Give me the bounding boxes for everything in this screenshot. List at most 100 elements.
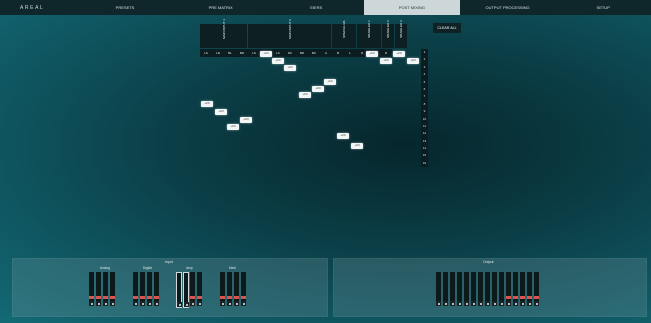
tab-output-processing[interactable]: OUTPUT PROCESSING bbox=[460, 0, 556, 15]
tab-post-mixing[interactable]: POST MIXING bbox=[364, 0, 460, 15]
channel-fader[interactable] bbox=[506, 272, 511, 306]
channel-fader[interactable] bbox=[154, 272, 159, 306]
mute-icon[interactable] bbox=[450, 301, 455, 306]
channel-fader[interactable] bbox=[471, 272, 476, 306]
matrix-cell-gain[interactable]: +0.0 bbox=[299, 92, 311, 98]
channel-fader[interactable] bbox=[464, 272, 469, 306]
mute-icon[interactable] bbox=[227, 301, 232, 306]
matrix-cell-gain[interactable]: +0.0 bbox=[312, 86, 324, 92]
channel-fader[interactable] bbox=[534, 272, 539, 306]
matrix-cell-gain[interactable]: +0.0 bbox=[260, 51, 272, 57]
matrix-channel-label: BR bbox=[239, 51, 245, 55]
tab-eiers[interactable]: EIERS bbox=[268, 0, 364, 15]
channel-fader[interactable] bbox=[197, 272, 202, 306]
channel-fader[interactable] bbox=[485, 272, 490, 306]
mute-icon[interactable] bbox=[133, 301, 138, 306]
matrix-cell-gain[interactable]: +0.0 bbox=[407, 58, 419, 64]
mute-icon[interactable] bbox=[527, 301, 532, 306]
matrix-cell-gain[interactable]: +0.0 bbox=[284, 65, 296, 71]
clip-indicator bbox=[197, 296, 202, 299]
matrix-row-label: 8 bbox=[421, 100, 428, 109]
matrix-row-label: 11 bbox=[421, 122, 428, 131]
matrix-cell-gain[interactable]: +0.0 bbox=[337, 133, 349, 139]
mute-icon[interactable] bbox=[154, 301, 159, 306]
tab-pre-matrix[interactable]: PRE MATRIX bbox=[173, 0, 269, 15]
mute-icon[interactable] bbox=[197, 301, 202, 306]
channel-fader[interactable] bbox=[103, 272, 108, 306]
mute-icon[interactable] bbox=[241, 301, 246, 306]
mute-icon[interactable] bbox=[234, 301, 239, 306]
channel-fader[interactable] bbox=[110, 272, 115, 306]
channel-fader[interactable] bbox=[499, 272, 504, 306]
matrix-group-headers: MAIN INPUT 1 MAIN INPUT 2 SPECIAL R/L SN… bbox=[200, 19, 408, 48]
matrix-cell-gain[interactable]: +0.0 bbox=[393, 51, 405, 57]
channel-fader[interactable] bbox=[190, 272, 195, 306]
mute-icon[interactable] bbox=[110, 301, 115, 306]
mute-icon[interactable] bbox=[140, 301, 145, 306]
matrix-row-label: 6 bbox=[421, 85, 428, 94]
mute-icon[interactable] bbox=[457, 301, 462, 306]
channel-fader[interactable] bbox=[220, 272, 225, 306]
channel-fader[interactable] bbox=[443, 272, 448, 306]
group-main-input-1: MAIN INPUT 1 bbox=[200, 19, 247, 48]
channel-fader[interactable] bbox=[492, 272, 497, 306]
channel-fader[interactable] bbox=[478, 272, 483, 306]
mute-icon[interactable] bbox=[471, 301, 476, 306]
matrix-channel-label: R bbox=[384, 51, 388, 55]
mute-icon[interactable] bbox=[513, 301, 518, 306]
matrix-cell-gain[interactable]: +0.0 bbox=[380, 58, 392, 64]
channel-fader[interactable] bbox=[140, 272, 145, 306]
mute-icon[interactable] bbox=[520, 301, 525, 306]
mute-icon[interactable] bbox=[443, 301, 448, 306]
channel-fader[interactable] bbox=[450, 272, 455, 306]
tab-presets[interactable]: PRESETS bbox=[77, 0, 173, 15]
channel-fader[interactable] bbox=[183, 272, 189, 308]
mute-icon[interactable] bbox=[96, 301, 101, 306]
mute-icon[interactable] bbox=[89, 301, 94, 306]
mute-icon[interactable] bbox=[190, 301, 195, 306]
matrix-cell-gain[interactable]: +0.0 bbox=[366, 51, 378, 57]
matrix-cell-gain[interactable]: +0.0 bbox=[201, 101, 213, 107]
mute-icon[interactable] bbox=[478, 301, 483, 306]
channel-fader[interactable] bbox=[227, 272, 232, 306]
mute-icon[interactable] bbox=[436, 301, 441, 306]
matrix-cell-gain[interactable]: +0.0 bbox=[324, 79, 336, 85]
matrix-channel-labels: LSLRBLBRLSLRLCRCBRBCABLRLR bbox=[200, 49, 392, 57]
mute-icon[interactable] bbox=[177, 302, 182, 307]
channel-fader[interactable] bbox=[96, 272, 101, 306]
matrix-row-label: 3 bbox=[421, 63, 428, 72]
matrix-cell-gain[interactable]: +0.0 bbox=[215, 109, 227, 115]
channel-fader[interactable] bbox=[527, 272, 532, 306]
channel-fader[interactable] bbox=[133, 272, 138, 306]
clip-indicator bbox=[534, 296, 539, 299]
channel-fader[interactable] bbox=[234, 272, 239, 306]
matrix-cell-gain[interactable]: +0.0 bbox=[272, 58, 284, 64]
channel-fader[interactable] bbox=[176, 272, 182, 308]
channel-fader[interactable] bbox=[89, 272, 94, 306]
tab-setup[interactable]: SETUP bbox=[555, 0, 651, 15]
channel-fader[interactable] bbox=[436, 272, 441, 306]
clip-indicator bbox=[96, 296, 101, 299]
mute-icon[interactable] bbox=[220, 301, 225, 306]
mute-icon[interactable] bbox=[485, 301, 490, 306]
mute-icon[interactable] bbox=[534, 301, 539, 306]
mute-icon[interactable] bbox=[184, 302, 189, 307]
channel-fader[interactable] bbox=[147, 272, 152, 306]
mute-icon[interactable] bbox=[464, 301, 469, 306]
matrix-cell-gain[interactable]: +0.0 bbox=[227, 124, 239, 130]
mute-icon[interactable] bbox=[492, 301, 497, 306]
matrix-cell-gain[interactable]: +0.0 bbox=[351, 143, 363, 149]
channel-fader[interactable] bbox=[241, 272, 246, 306]
channel-fader[interactable] bbox=[457, 272, 462, 306]
mute-icon[interactable] bbox=[506, 301, 511, 306]
mute-icon[interactable] bbox=[499, 301, 504, 306]
matrix-channel-label: B bbox=[336, 51, 339, 55]
mute-icon[interactable] bbox=[103, 301, 108, 306]
clip-indicator bbox=[227, 296, 232, 299]
matrix-cell-gain[interactable]: +0.0 bbox=[240, 117, 252, 123]
clear-all-button[interactable]: CLEAR ALL bbox=[433, 23, 461, 33]
channel-fader[interactable] bbox=[513, 272, 518, 306]
group-snake-ed-3: SNAKE ED 3 bbox=[395, 20, 407, 48]
mute-icon[interactable] bbox=[147, 301, 152, 306]
channel-fader[interactable] bbox=[520, 272, 525, 306]
